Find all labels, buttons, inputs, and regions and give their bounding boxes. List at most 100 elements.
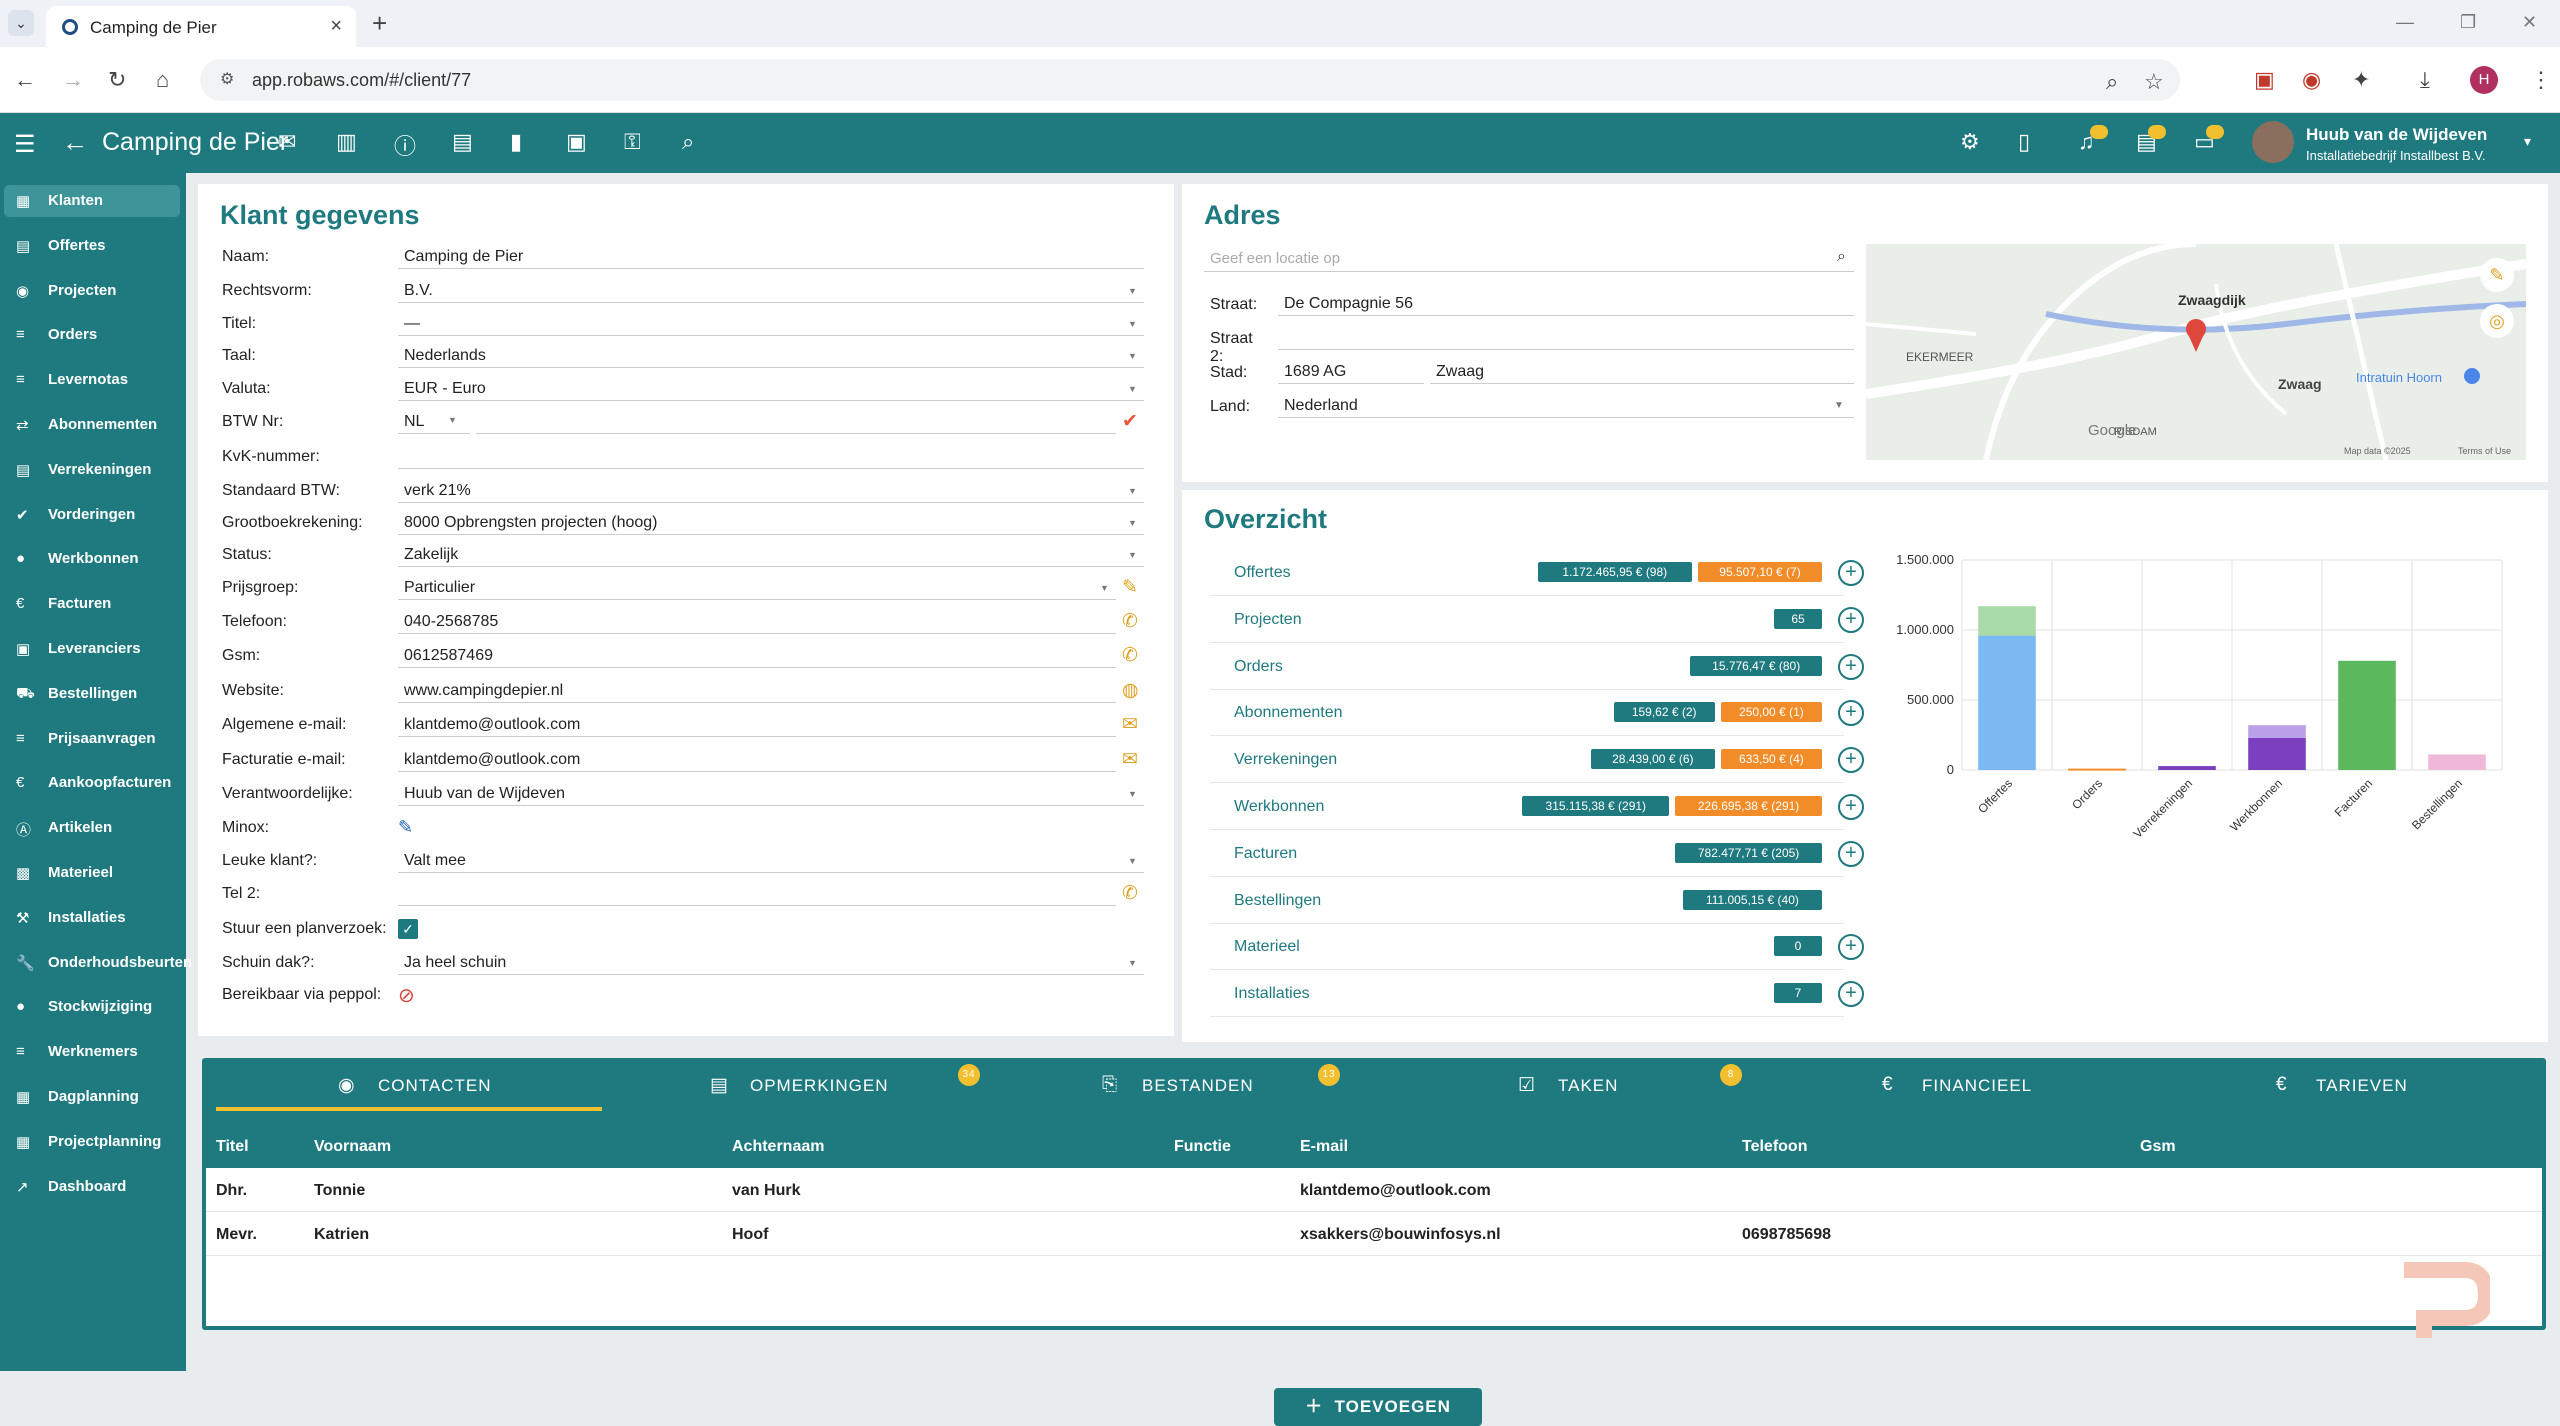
- zoom-icon[interactable]: ⌕: [2106, 69, 2118, 95]
- overzicht-row-label[interactable]: Bestellingen: [1234, 892, 1321, 910]
- field-input[interactable]: verk 21%: [398, 477, 1144, 503]
- add-circle-icon[interactable]: +: [1838, 794, 1864, 820]
- field-input[interactable]: Nederlands: [398, 342, 1144, 368]
- btw-number-input[interactable]: [476, 408, 1116, 434]
- overzicht-row-facturen[interactable]: Facturen 782.477,71 € (205) +: [1210, 833, 1864, 877]
- user-menu-chevron-icon[interactable]: ▾: [2524, 133, 2531, 150]
- overzicht-row-verrekeningen[interactable]: Verrekeningen 633,50 € (4) 28.439,00 € (6)…: [1210, 739, 1864, 784]
- sidebar-item-vorderingen[interactable]: ✔ Vorderingen: [4, 499, 180, 531]
- sidebar-item-leveranciers[interactable]: ▣ Leveranciers: [4, 633, 180, 665]
- overzicht-value-pill[interactable]: 0: [1774, 936, 1822, 957]
- close-window-icon[interactable]: ✕: [2522, 12, 2537, 33]
- toevoegen-button[interactable]: ＋ TOEVOEGEN: [1274, 1388, 1482, 1426]
- back-arrow-icon[interactable]: ←: [62, 127, 88, 158]
- add-circle-icon[interactable]: +: [1838, 560, 1864, 586]
- field-input[interactable]: [398, 880, 1116, 906]
- column-header[interactable]: Functie: [1174, 1138, 1231, 1156]
- overzicht-value-pill[interactable]: 315.115,38 € (291): [1522, 796, 1670, 816]
- field-input[interactable]: Valt mee: [398, 847, 1144, 873]
- field-input[interactable]: Particulier: [398, 574, 1116, 600]
- extension-icon[interactable]: ◉: [2302, 67, 2321, 93]
- overzicht-value-pill[interactable]: 226.695,38 € (291): [1675, 796, 1822, 816]
- phone-icon[interactable]: ✆: [1122, 610, 1138, 633]
- check-circle-icon[interactable]: ✔: [1122, 410, 1138, 433]
- sidebar-item-offertes[interactable]: ▤ Offertes: [4, 230, 180, 262]
- add-circle-icon[interactable]: +: [1838, 606, 1864, 633]
- sidebar-item-werknemers[interactable]: ≡ Werknemers: [4, 1036, 180, 1068]
- map-terms-link[interactable]: Terms of Use: [2458, 446, 2511, 456]
- sidebar-item-projectplanning[interactable]: ▦ Projectplanning: [4, 1126, 180, 1158]
- info-icon[interactable]: ⓘ: [394, 129, 416, 161]
- field-input[interactable]: Camping de Pier: [398, 243, 1144, 269]
- chevron-down-icon[interactable]: ▼: [1128, 518, 1137, 528]
- sidebar-item-werkbonnen[interactable]: ● Werkbonnen: [4, 543, 180, 575]
- mail-icon[interactable]: ✉: [278, 129, 296, 155]
- sidebar-item-onderhoudsbeurten[interactable]: 🔧 Onderhoudsbeurten: [4, 947, 192, 979]
- add-circle-icon[interactable]: +: [1838, 934, 1864, 961]
- tab-search-menu-icon[interactable]: ⌄: [8, 10, 34, 36]
- overzicht-row-label[interactable]: Projecten: [1234, 611, 1302, 629]
- add-circle-icon[interactable]: +: [1838, 747, 1864, 774]
- lock-icon[interactable]: ⚿: [624, 129, 641, 155]
- chevron-down-icon[interactable]: ▼: [1128, 856, 1137, 866]
- overzicht-value-pill[interactable]: 95.507,10 € (7): [1698, 562, 1822, 582]
- overzicht-row-label[interactable]: Verrekeningen: [1234, 751, 1337, 769]
- forward-icon[interactable]: →: [62, 67, 84, 93]
- field-input[interactable]: EUR - Euro: [398, 375, 1144, 401]
- sidebar-item-stockwijziging[interactable]: ● Stockwijziging: [4, 991, 180, 1023]
- field-input[interactable]: klantdemo@outlook.com: [398, 711, 1116, 737]
- add-circle-icon[interactable]: +: [1838, 981, 1864, 1008]
- field-input[interactable]: Huub van de Wijdeven: [398, 780, 1144, 806]
- location-search-input[interactable]: Geef een locatie op ⌕: [1204, 244, 1854, 272]
- browser-tab[interactable]: Camping de Pier ×: [46, 6, 356, 47]
- edit-icon[interactable]: ✎: [1122, 576, 1138, 599]
- overzicht-value-pill[interactable]: 15.776,47 € (80): [1690, 655, 1822, 676]
- sidebar-item-aankoopfacturen[interactable]: € Aankoopfacturen: [4, 767, 180, 799]
- overzicht-row-label[interactable]: Facturen: [1234, 845, 1297, 863]
- field-input[interactable]: 040-2568785: [398, 608, 1116, 634]
- close-tab-icon[interactable]: ×: [330, 15, 342, 38]
- field-input[interactable]: Zakelijk: [398, 541, 1144, 567]
- pencil-icon[interactable]: ✎: [398, 817, 413, 838]
- pdf-extension-icon[interactable]: ▣: [2254, 67, 2275, 93]
- location-search-icon[interactable]: ⌕: [1837, 248, 1846, 266]
- comment-icon[interactable]: ▤: [452, 129, 473, 155]
- land-select[interactable]: Nederland: [1278, 392, 1854, 418]
- chevron-down-icon[interactable]: ▼: [1128, 384, 1137, 394]
- map-icon[interactable]: ▥: [336, 129, 357, 155]
- straat-input[interactable]: De Compagnie 56: [1278, 290, 1854, 316]
- browser-menu-icon[interactable]: ⋮: [2530, 67, 2552, 93]
- overzicht-row-label[interactable]: Installaties: [1234, 985, 1310, 1003]
- overzicht-value-pill[interactable]: 782.477,71 € (205): [1675, 842, 1822, 863]
- sidebar-item-klanten[interactable]: ▦ Klanten: [4, 185, 180, 217]
- sidebar-item-bestellingen[interactable]: ⛟ Bestellingen: [4, 678, 180, 710]
- help-book-icon[interactable]: ▯: [2018, 129, 2030, 155]
- btw-prefix-select[interactable]: NL: [398, 408, 470, 434]
- download-icon[interactable]: ⤓: [2420, 67, 2430, 93]
- sidebar-item-artikelen[interactable]: Ⓐ Artikelen: [4, 812, 180, 844]
- field-input[interactable]: B.V.: [398, 277, 1144, 303]
- land-chevron-icon[interactable]: ▼: [1834, 400, 1844, 411]
- sidebar-item-facturen[interactable]: € Facturen: [4, 588, 180, 620]
- column-header[interactable]: Achternaam: [732, 1138, 824, 1156]
- bookmark-star-icon[interactable]: ☆: [2144, 69, 2164, 95]
- profile-avatar[interactable]: H: [2470, 66, 2498, 94]
- overzicht-row-label[interactable]: Materieel: [1234, 938, 1300, 956]
- overzicht-value-pill[interactable]: 28.439,00 € (6): [1590, 749, 1715, 770]
- sidebar-item-verrekeningen[interactable]: ▤ Verrekeningen: [4, 454, 180, 486]
- overzicht-value-pill[interactable]: 250,00 € (1): [1720, 702, 1822, 723]
- archive-icon[interactable]: ▣: [566, 129, 587, 155]
- globe-icon[interactable]: ◍: [1122, 679, 1139, 702]
- new-tab-icon[interactable]: +: [372, 8, 387, 39]
- overzicht-row-orders[interactable]: Orders 15.776,47 € (80) +: [1210, 646, 1864, 690]
- overzicht-row-materieel[interactable]: Materieel 0 +: [1210, 926, 1864, 971]
- minimize-icon[interactable]: —: [2396, 12, 2414, 33]
- chevron-down-icon[interactable]: ▼: [1128, 319, 1137, 329]
- overzicht-value-pill[interactable]: 633,50 € (4): [1720, 749, 1822, 770]
- home-icon[interactable]: ⌂: [156, 67, 169, 93]
- column-header[interactable]: Voornaam: [314, 1138, 391, 1156]
- sidebar-item-installaties[interactable]: ⚒ Installaties: [4, 902, 180, 934]
- user-name[interactable]: Huub van de Wijdeven: [2306, 125, 2487, 145]
- planverzoek-checkbox[interactable]: ✓: [398, 919, 418, 939]
- overzicht-value-pill[interactable]: 7: [1774, 983, 1822, 1004]
